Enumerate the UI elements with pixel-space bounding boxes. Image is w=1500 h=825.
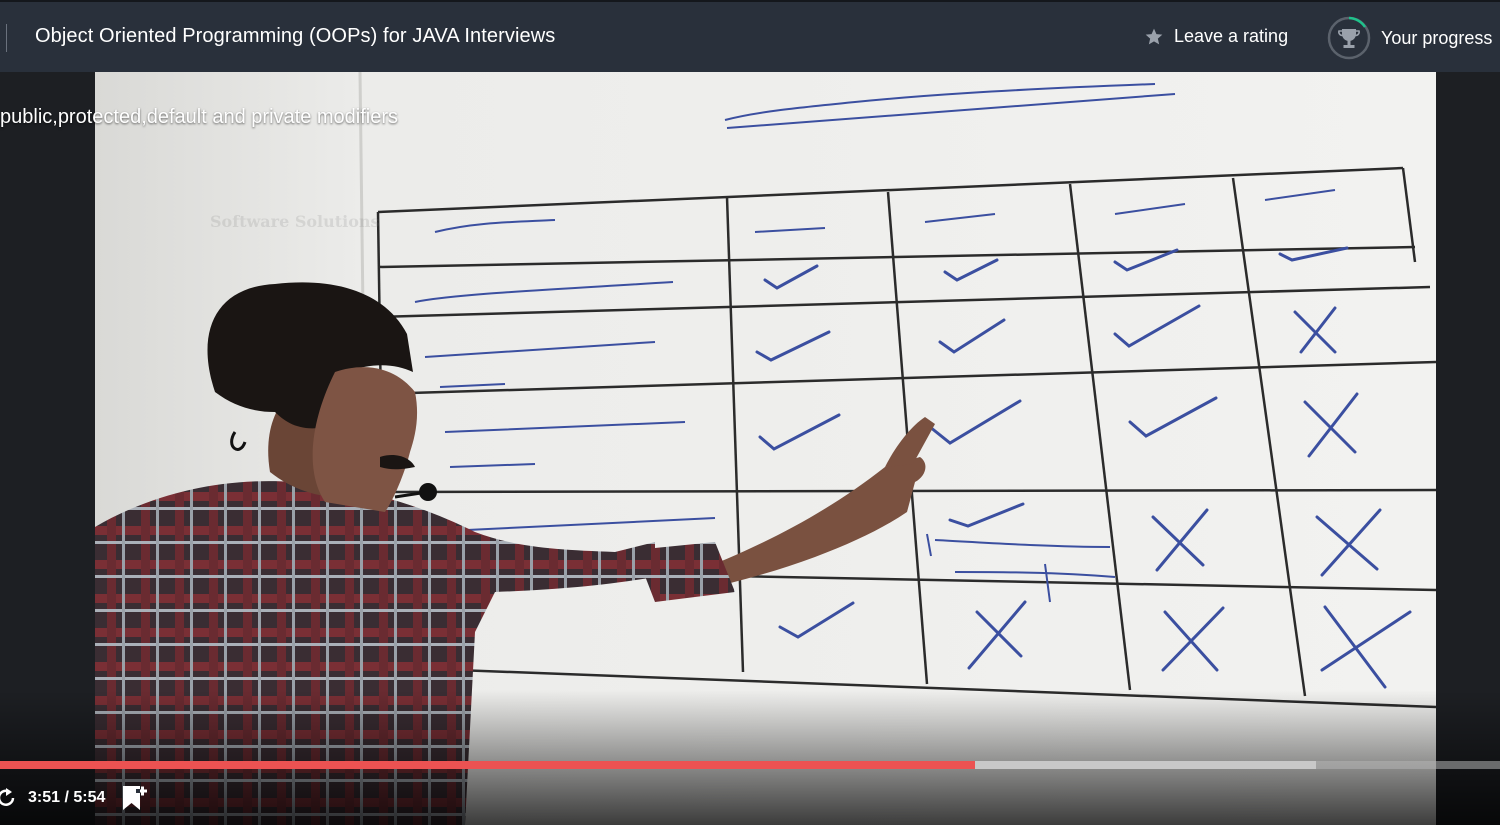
header-divider (6, 24, 7, 52)
course-header: Object Oriented Programming (OOPs) for J… (0, 0, 1500, 72)
leave-rating-label: Leave a rating (1174, 26, 1289, 46)
video-progress-bar[interactable] (0, 761, 1500, 769)
course-title[interactable]: Object Oriented Programming (OOPs) for J… (35, 25, 555, 48)
your-progress-button[interactable]: Your progress (1327, 16, 1492, 60)
trophy-icon (1327, 16, 1371, 60)
lecture-title: public,protected,default and private mod… (0, 106, 399, 128)
played-bar (0, 761, 975, 769)
add-bookmark-icon[interactable] (120, 784, 148, 812)
your-progress-label: Your progress (1381, 27, 1493, 48)
leave-rating-button[interactable]: Leave a rating (1144, 26, 1288, 47)
time-readout: 3:51 / 5:54 (28, 789, 106, 806)
controls-overlay (0, 690, 1500, 825)
replay-icon[interactable] (0, 786, 16, 808)
video-watermark: Software Solutions (210, 212, 380, 231)
star-icon (1145, 28, 1163, 44)
